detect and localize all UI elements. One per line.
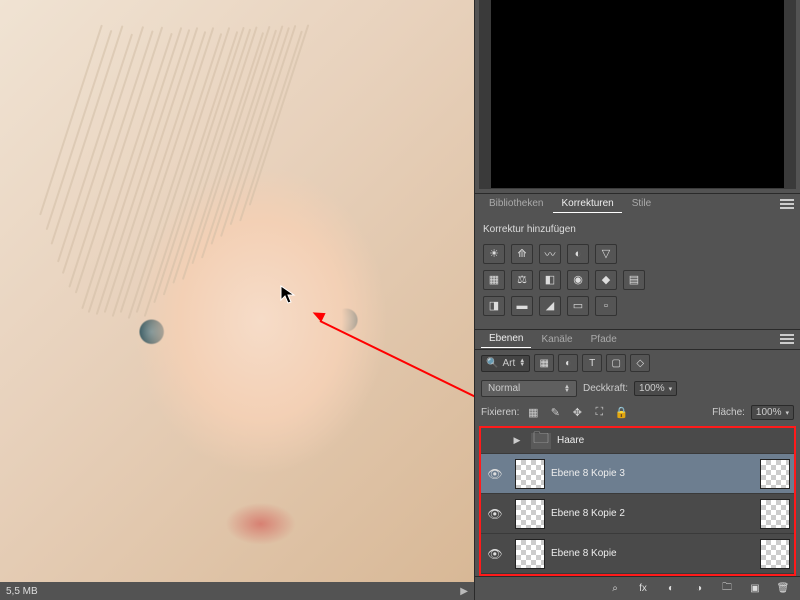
- visibility-toggle[interactable]: 👁: [481, 547, 509, 561]
- adjustments-title: Korrektur hinzufügen: [483, 224, 576, 235]
- tab-kanaele[interactable]: Kanäle: [533, 331, 580, 348]
- layers-bottom-bar: ⌕ fx ◐ ◑ 🗀 ▣ 🗑: [475, 576, 800, 600]
- layers-panel-menu-icon[interactable]: [780, 334, 794, 344]
- layer-row[interactable]: 👁 Ebene 8 Kopie 2: [481, 494, 794, 534]
- canvas-area[interactable]: 5,5 MB ▶: [0, 0, 474, 600]
- color-balance-icon[interactable]: ⚖: [511, 270, 533, 290]
- levels-icon[interactable]: ⟰: [511, 244, 533, 264]
- lock-all-icon[interactable]: 🔒: [613, 406, 629, 420]
- visibility-toggle[interactable]: 👁: [481, 507, 509, 521]
- tab-ebenen[interactable]: Ebenen: [481, 330, 531, 348]
- layer-name[interactable]: Haare: [557, 435, 584, 446]
- vibrance-icon[interactable]: ▽: [595, 244, 617, 264]
- fill-input[interactable]: 100%▾: [751, 405, 794, 420]
- layer-group-haare[interactable]: ▶ 🗀 Haare: [481, 428, 794, 454]
- layer-thumbnail[interactable]: [515, 539, 545, 569]
- layers-tab-bar: Ebenen Kanäle Pfade: [475, 329, 800, 349]
- layer-row[interactable]: 👁 Ebene 8 Kopie 3: [481, 454, 794, 494]
- doc-size-label: 5,5 MB: [6, 586, 38, 597]
- gradient-map-icon[interactable]: ▭: [567, 296, 589, 316]
- fill-value: 100%: [756, 407, 782, 418]
- tab-bibliotheken[interactable]: Bibliotheken: [481, 195, 551, 212]
- adjustments-tab-bar: Bibliotheken Korrekturen Stile: [475, 193, 800, 213]
- visibility-toggle[interactable]: 👁: [481, 467, 509, 481]
- opacity-value: 100%: [639, 383, 665, 394]
- panel-menu-icon[interactable]: [780, 199, 794, 209]
- opacity-label: Deckkraft:: [583, 383, 628, 394]
- color-lookup-icon[interactable]: ▤: [623, 270, 645, 290]
- layer-mask-thumbnail[interactable]: [760, 539, 790, 569]
- filter-adjust-icon[interactable]: ◐: [558, 354, 578, 372]
- layer-name[interactable]: Ebene 8 Kopie: [551, 548, 617, 559]
- layer-thumbnail[interactable]: [515, 459, 545, 489]
- move-cursor-icon: [280, 285, 300, 312]
- search-icon: 🔍: [486, 358, 498, 369]
- add-mask-icon[interactable]: ◐: [662, 581, 680, 597]
- lock-paint-icon[interactable]: ✎: [547, 406, 563, 420]
- bw-icon[interactable]: ◧: [539, 270, 561, 290]
- delete-layer-icon[interactable]: 🗑: [774, 581, 792, 597]
- blend-mode-value: Normal: [488, 383, 520, 394]
- layer-thumbnail[interactable]: [515, 499, 545, 529]
- annotation-arrow: [320, 320, 474, 431]
- layer-name[interactable]: Ebene 8 Kopie 2: [551, 508, 625, 519]
- document-canvas[interactable]: [0, 0, 474, 582]
- lock-position-icon[interactable]: ✥: [569, 406, 585, 420]
- layer-mask-thumbnail[interactable]: [760, 459, 790, 489]
- layer-row[interactable]: 👁 Ebene 8 Kopie: [481, 534, 794, 574]
- status-bar: 5,5 MB ▶: [0, 582, 474, 600]
- layer-filter-kind[interactable]: 🔍 Art ▲▼: [481, 355, 530, 372]
- layer-name[interactable]: Ebene 8 Kopie 3: [551, 468, 625, 479]
- hue-sat-icon[interactable]: ▦: [483, 270, 505, 290]
- brightness-contrast-icon[interactable]: ☀: [483, 244, 505, 264]
- navigator-preview[interactable]: [479, 0, 796, 189]
- layer-fx-icon[interactable]: fx: [634, 581, 652, 597]
- layers-filter-row: 🔍 Art ▲▼ ▦ ◐ T ▢ ◇: [475, 349, 800, 376]
- lock-transparency-icon[interactable]: ▦: [525, 406, 541, 420]
- lock-label: Fixieren:: [481, 407, 519, 418]
- right-panels: Bibliotheken Korrekturen Stile Korrektur…: [474, 0, 800, 600]
- filter-pixel-icon[interactable]: ▦: [534, 354, 554, 372]
- link-layers-icon[interactable]: ⌕: [606, 581, 624, 597]
- new-group-icon[interactable]: 🗀: [718, 581, 736, 597]
- fill-label: Fläche:: [712, 407, 745, 418]
- filter-type-icon[interactable]: T: [582, 354, 602, 372]
- channel-mixer-icon[interactable]: ◆: [595, 270, 617, 290]
- filter-smart-icon[interactable]: ◇: [630, 354, 650, 372]
- statusbar-arrow-icon[interactable]: ▶: [460, 586, 468, 597]
- photo-filter-icon[interactable]: ◉: [567, 270, 589, 290]
- lock-artboard-icon[interactable]: ⛶: [591, 406, 607, 420]
- threshold-icon[interactable]: ◢: [539, 296, 561, 316]
- group-disclose-icon[interactable]: ▶: [509, 435, 525, 446]
- adjustments-panel: Korrektur hinzufügen ☀ ⟰ 〰 ◐ ▽ ▦ ⚖ ◧ ◉ ◆…: [475, 214, 800, 329]
- tab-korrekturen[interactable]: Korrekturen: [553, 195, 621, 213]
- selective-color-icon[interactable]: ▫: [595, 296, 617, 316]
- layer-list: ▶ 🗀 Haare 👁 Ebene 8 Kopie 3 👁 Ebene 8 Ko…: [479, 426, 796, 576]
- layer-mask-thumbnail[interactable]: [760, 499, 790, 529]
- layer-filter-kind-label: Art: [502, 358, 515, 369]
- tab-stile[interactable]: Stile: [624, 195, 659, 212]
- folder-icon: 🗀: [531, 433, 551, 449]
- blend-opacity-row: Normal ▲▼ Deckkraft: 100%▾: [475, 376, 800, 401]
- tab-pfade[interactable]: Pfade: [583, 331, 625, 348]
- new-layer-icon[interactable]: ▣: [746, 581, 764, 597]
- new-adjustment-icon[interactable]: ◑: [690, 581, 708, 597]
- curves-icon[interactable]: 〰: [539, 244, 561, 264]
- invert-icon[interactable]: ◨: [483, 296, 505, 316]
- opacity-input[interactable]: 100%▾: [634, 381, 677, 396]
- posterize-icon[interactable]: ▬: [511, 296, 533, 316]
- blend-mode-select[interactable]: Normal ▲▼: [481, 380, 577, 397]
- exposure-icon[interactable]: ◐: [567, 244, 589, 264]
- lock-fill-row: Fixieren: ▦ ✎ ✥ ⛶ 🔒 Fläche: 100%▾: [475, 401, 800, 424]
- filter-shape-icon[interactable]: ▢: [606, 354, 626, 372]
